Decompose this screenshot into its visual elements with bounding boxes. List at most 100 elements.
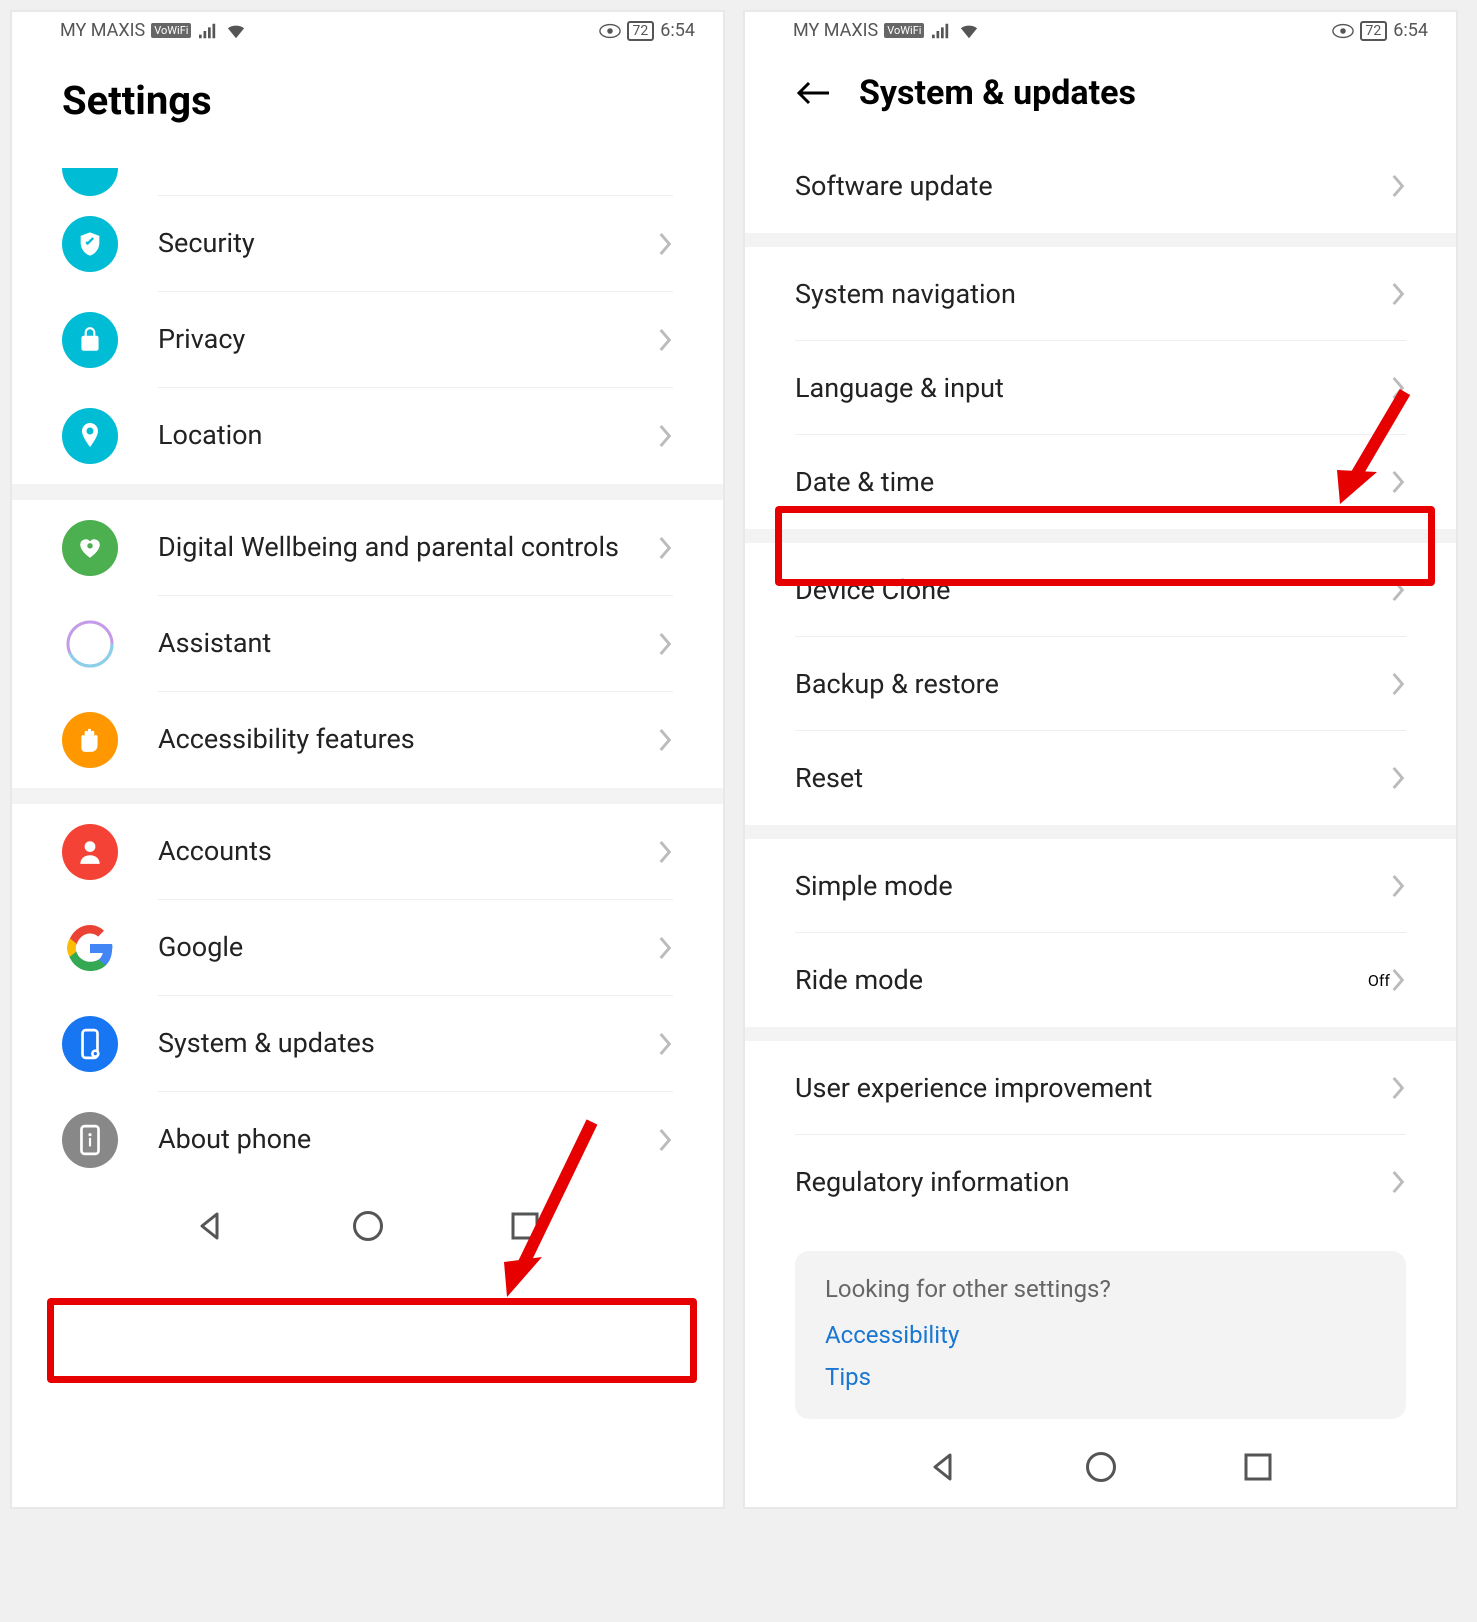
- item-label: Ride mode: [795, 964, 1368, 996]
- assistant-icon: [62, 616, 118, 672]
- clock: 6:54: [1393, 20, 1428, 41]
- eye-icon: [1332, 22, 1354, 40]
- item-label: Language & input: [795, 372, 1390, 404]
- carrier-label: MY MAXIS: [60, 20, 145, 41]
- item-backup-restore[interactable]: Backup & restore: [745, 637, 1456, 731]
- nav-recent-icon[interactable]: [1240, 1449, 1276, 1485]
- chevron-right-icon: [657, 231, 673, 257]
- item-label: Date & time: [795, 466, 1390, 498]
- chevron-right-icon: [1390, 281, 1406, 307]
- chevron-right-icon: [657, 1127, 673, 1153]
- carrier-label: MY MAXIS: [793, 20, 878, 41]
- settings-item-system-updates[interactable]: System & updates: [12, 996, 723, 1092]
- link-tips[interactable]: Tips: [825, 1363, 1376, 1391]
- item-reset[interactable]: Reset: [745, 731, 1456, 825]
- settings-item-security[interactable]: Security: [12, 196, 723, 292]
- chevron-right-icon: [1390, 375, 1406, 401]
- item-label: Google: [158, 906, 657, 989]
- settings-item-assistant[interactable]: Assistant: [12, 596, 723, 692]
- person-icon: [62, 824, 118, 880]
- item-device-clone[interactable]: Device Clone: [745, 543, 1456, 637]
- chevron-right-icon: [657, 839, 673, 865]
- nav-bar: [745, 1429, 1456, 1507]
- item-label: User experience improvement: [795, 1072, 1390, 1104]
- nav-back-icon[interactable]: [193, 1208, 229, 1244]
- chevron-right-icon: [1390, 469, 1406, 495]
- back-arrow-icon[interactable]: [795, 78, 831, 108]
- chevron-right-icon: [1390, 577, 1406, 603]
- chevron-right-icon: [657, 327, 673, 353]
- item-date-time[interactable]: Date & time: [745, 435, 1456, 529]
- settings-item-accessibility[interactable]: Accessibility features: [12, 692, 723, 788]
- chevron-right-icon: [1390, 1075, 1406, 1101]
- nav-home-icon[interactable]: [1083, 1449, 1119, 1485]
- item-label: Location: [158, 394, 657, 477]
- header: Settings: [12, 47, 723, 150]
- chevron-right-icon: [657, 535, 673, 561]
- nav-home-icon[interactable]: [350, 1208, 386, 1244]
- item-label: System & updates: [158, 1002, 657, 1085]
- chevron-right-icon: [1390, 967, 1406, 993]
- phone-info-icon: [62, 1112, 118, 1168]
- item-ux-improvement[interactable]: User experience improvement: [745, 1041, 1456, 1135]
- annotation-highlight: [47, 1298, 697, 1383]
- chevron-right-icon: [657, 631, 673, 657]
- wifi-icon: [958, 22, 980, 40]
- phone-gear-icon: [62, 1016, 118, 1072]
- eye-icon: [599, 22, 621, 40]
- item-label: Simple mode: [795, 870, 1390, 902]
- chevron-right-icon: [657, 423, 673, 449]
- wifi-icon: [225, 22, 247, 40]
- item-label: Regulatory information: [795, 1166, 1390, 1198]
- item-simple-mode[interactable]: Simple mode: [745, 839, 1456, 933]
- settings-item-google[interactable]: Google: [12, 900, 723, 996]
- nav-recent-icon[interactable]: [507, 1208, 543, 1244]
- google-icon: [62, 920, 118, 976]
- settings-item-privacy[interactable]: Privacy: [12, 292, 723, 388]
- other-settings-box: Looking for other settings? Accessibilit…: [795, 1251, 1406, 1419]
- chevron-right-icon: [1390, 671, 1406, 697]
- chevron-right-icon: [657, 727, 673, 753]
- settings-item-location[interactable]: Location: [12, 388, 723, 484]
- item-language-input[interactable]: Language & input: [745, 341, 1456, 435]
- signal-icon: [930, 22, 952, 40]
- settings-item-wellbeing[interactable]: Digital Wellbeing and parental controls: [12, 500, 723, 596]
- item-label: Reset: [795, 762, 1390, 794]
- vowifi-badge: VoWiFi: [151, 23, 191, 38]
- item-label: Accounts: [158, 810, 657, 893]
- lock-icon: [62, 312, 118, 368]
- chevron-right-icon: [1390, 765, 1406, 791]
- settings-item-accounts[interactable]: Accounts: [12, 804, 723, 900]
- battery-level: 72: [627, 21, 655, 41]
- item-regulatory-info[interactable]: Regulatory information: [745, 1135, 1456, 1229]
- phone-system-updates: MY MAXIS VoWiFi 72 6:54 System & updates…: [743, 10, 1458, 1509]
- location-pin-icon: [62, 408, 118, 464]
- chevron-right-icon: [657, 1031, 673, 1057]
- status-bar: MY MAXIS VoWiFi 72 6:54: [745, 12, 1456, 47]
- item-label: Digital Wellbeing and parental controls: [158, 506, 657, 589]
- chevron-right-icon: [1390, 1169, 1406, 1195]
- item-label: About phone: [158, 1098, 657, 1181]
- item-label: Security: [158, 202, 657, 285]
- item-label: Device Clone: [795, 574, 1390, 606]
- partial-icon: [62, 168, 118, 196]
- item-ride-mode[interactable]: Ride mode Off: [745, 933, 1456, 1027]
- signal-icon: [197, 22, 219, 40]
- item-software-update[interactable]: Software update: [745, 139, 1456, 233]
- list-item-partial[interactable]: [12, 150, 723, 196]
- settings-item-about-phone[interactable]: About phone: [12, 1092, 723, 1188]
- item-label: Backup & restore: [795, 668, 1390, 700]
- header: System & updates: [745, 47, 1456, 139]
- item-system-navigation[interactable]: System navigation: [745, 247, 1456, 341]
- item-label: Software update: [795, 170, 1390, 202]
- vowifi-badge: VoWiFi: [884, 23, 924, 38]
- chevron-right-icon: [1390, 173, 1406, 199]
- hand-icon: [62, 712, 118, 768]
- status-bar: MY MAXIS VoWiFi 72 6:54: [12, 12, 723, 47]
- battery-level: 72: [1360, 21, 1388, 41]
- item-label: System navigation: [795, 278, 1390, 310]
- chevron-right-icon: [657, 935, 673, 961]
- phone-settings: MY MAXIS VoWiFi 72 6:54 Settings Securit…: [10, 10, 725, 1509]
- link-accessibility[interactable]: Accessibility: [825, 1321, 1376, 1349]
- nav-back-icon[interactable]: [926, 1449, 962, 1485]
